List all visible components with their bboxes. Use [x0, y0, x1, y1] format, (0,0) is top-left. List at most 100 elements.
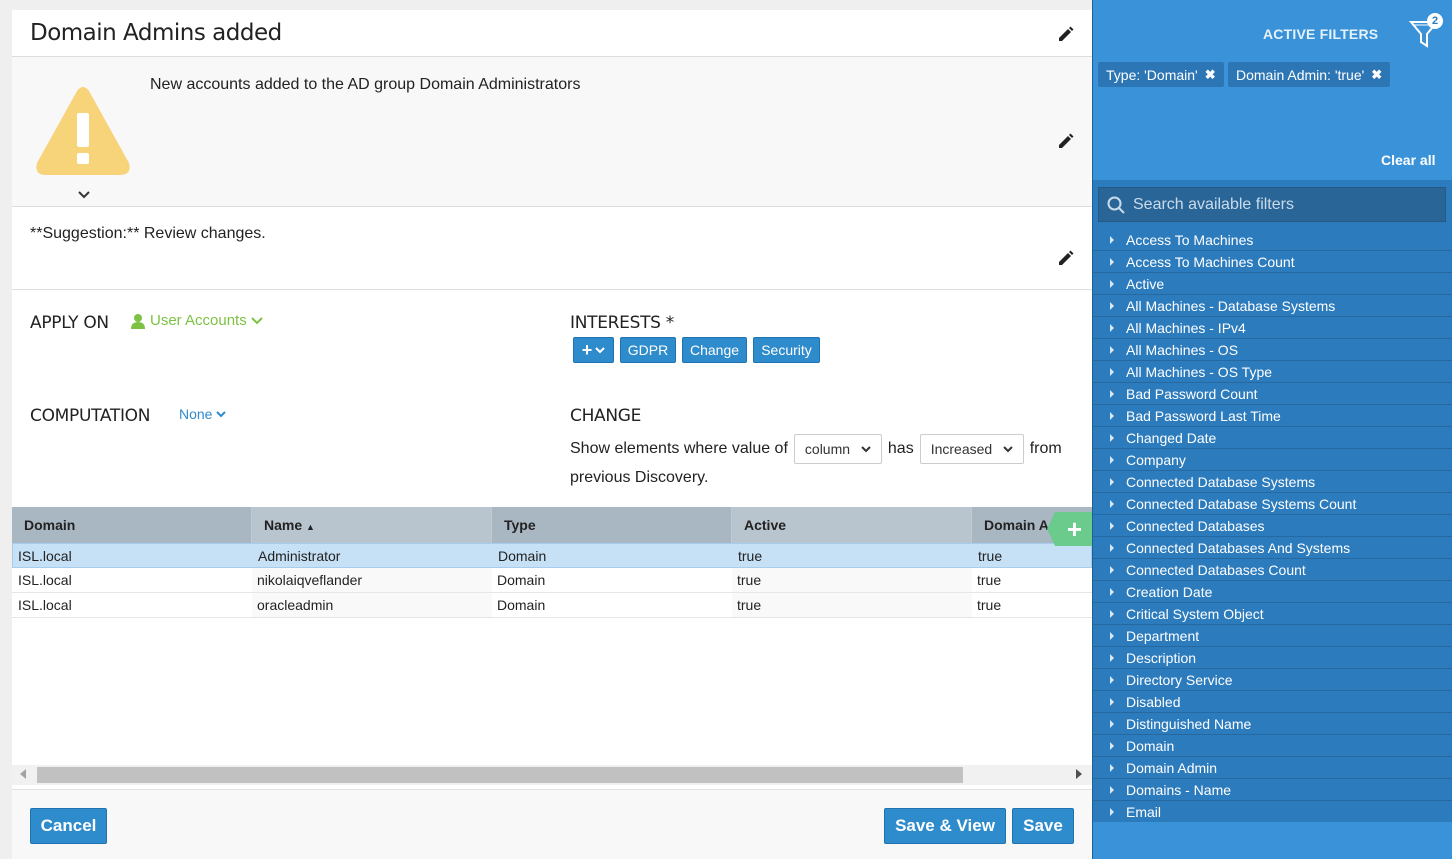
filter-item-label: Description	[1126, 649, 1197, 666]
scrollbar-thumb[interactable]	[37, 767, 963, 783]
filter-item[interactable]: Description	[1093, 647, 1452, 669]
edit-suggestion-pencil-icon[interactable]	[1057, 249, 1075, 267]
active-filter-chip[interactable]: Type: 'Domain' ✖	[1098, 62, 1224, 87]
description-text: New accounts added to the AD group Domai…	[150, 76, 581, 93]
filter-item[interactable]: Connected Database Systems Count	[1093, 493, 1452, 515]
caret-right-icon	[1110, 367, 1114, 376]
horizontal-scrollbar[interactable]	[12, 765, 1092, 785]
filter-item[interactable]: Critical System Object	[1093, 603, 1452, 625]
filter-item-label: Domains - Name	[1126, 781, 1232, 798]
filter-item[interactable]: Domains - Name	[1093, 779, 1452, 801]
remove-filter-icon[interactable]: ✖	[1205, 67, 1216, 83]
chevron-down-icon	[216, 410, 227, 417]
change-line2: previous Discovery.	[570, 469, 709, 486]
caret-right-icon	[1110, 411, 1114, 420]
filter-item-label: Bad Password Last Time	[1126, 407, 1281, 424]
apply-on-dropdown[interactable]: User Accounts	[130, 312, 263, 329]
chevron-down-icon[interactable]	[78, 191, 90, 199]
caret-right-icon	[1110, 257, 1114, 266]
interest-tag-change[interactable]: Change	[682, 337, 747, 363]
filter-item[interactable]: Company	[1093, 449, 1452, 471]
caret-right-icon	[1110, 521, 1114, 530]
search-icon	[1107, 196, 1125, 214]
direction-select[interactable]: Increased	[919, 434, 1024, 464]
caret-right-icon	[1110, 807, 1114, 816]
clear-all-link[interactable]: Clear all	[1381, 152, 1435, 168]
filter-item[interactable]: Bad Password Last Time	[1093, 405, 1452, 427]
cell-domain-admin: true	[977, 597, 1002, 613]
column-header-type[interactable]: Type	[492, 507, 732, 543]
filter-item-label: Connected Database Systems	[1126, 473, 1316, 490]
filter-item[interactable]: Bad Password Count	[1093, 383, 1452, 405]
filter-item[interactable]: Email	[1093, 801, 1452, 823]
active-filter-chip-label: Domain Admin: 'true'	[1236, 66, 1365, 83]
edit-title-pencil-icon[interactable]	[1057, 25, 1075, 43]
caret-right-icon	[1110, 433, 1114, 442]
filter-item[interactable]: Changed Date	[1093, 427, 1452, 449]
remove-filter-icon[interactable]: ✖	[1371, 67, 1382, 83]
edit-description-pencil-icon[interactable]	[1057, 132, 1075, 150]
filter-item[interactable]: Department	[1093, 625, 1452, 647]
filter-item[interactable]: All Machines - OS Type	[1093, 361, 1452, 383]
direction-select-value: Increased	[930, 441, 993, 457]
filter-item[interactable]: Access To Machines	[1093, 229, 1452, 251]
filter-item[interactable]: Active	[1093, 273, 1452, 295]
filter-item[interactable]: Domain	[1093, 735, 1452, 757]
cell-name: Administrator	[258, 548, 341, 564]
column-select[interactable]: column	[793, 434, 882, 464]
sort-asc-icon: ▲	[306, 522, 315, 532]
filter-item[interactable]: Connected Database Systems	[1093, 471, 1452, 493]
filter-item[interactable]: All Machines - OS	[1093, 339, 1452, 361]
caret-right-icon	[1110, 763, 1114, 772]
header: Domain Admins added	[12, 10, 1092, 57]
add-column-button[interactable]: +	[1047, 512, 1092, 546]
table-row[interactable]: ISL.local nikolaiqveflander Domain true …	[12, 568, 1092, 593]
column-header-name[interactable]: Name ▲	[252, 507, 492, 543]
change-label: CHANGE	[570, 406, 642, 426]
scroll-left-icon[interactable]	[20, 769, 26, 779]
filter-item-label: Directory Service	[1126, 671, 1233, 688]
filter-item[interactable]: Disabled	[1093, 691, 1452, 713]
cell-active: true	[732, 568, 972, 592]
filter-item-label: All Machines - IPv4	[1126, 319, 1246, 336]
filter-item[interactable]: Directory Service	[1093, 669, 1452, 691]
column-header-active[interactable]: Active	[732, 507, 972, 543]
filter-search[interactable]	[1098, 187, 1446, 222]
filter-item[interactable]: Access To Machines Count	[1093, 251, 1452, 273]
filter-item[interactable]: All Machines - Database Systems	[1093, 295, 1452, 317]
filter-item[interactable]: Connected Databases	[1093, 515, 1452, 537]
filter-item[interactable]: Connected Databases Count	[1093, 559, 1452, 581]
active-filters-title: ACTIVE FILTERS	[1263, 26, 1379, 42]
save-button[interactable]: Save	[1012, 808, 1074, 844]
save-and-view-button[interactable]: Save & View	[884, 808, 1006, 844]
interests-label: INTERESTS *	[570, 313, 674, 333]
scroll-right-icon[interactable]	[1076, 769, 1082, 779]
filter-item[interactable]: Connected Databases And Systems	[1093, 537, 1452, 559]
table-row[interactable]: ISL.local oracleadmin Domain true true	[12, 593, 1092, 618]
filter-item[interactable]: Domain Admin	[1093, 757, 1452, 779]
change-sentence: Show elements where value of column has …	[570, 434, 1062, 464]
warning-icon[interactable]	[34, 85, 132, 177]
cell-name: nikolaiqveflander	[252, 568, 492, 592]
filter-item[interactable]: Creation Date	[1093, 581, 1452, 603]
caret-right-icon	[1110, 565, 1114, 574]
table-row[interactable]: ISL.local Administrator Domain true true	[12, 543, 1092, 568]
filters-panel-footer	[1093, 822, 1452, 859]
caret-right-icon	[1110, 279, 1114, 288]
filter-item-label: Access To Machines	[1126, 231, 1254, 248]
add-interest-button[interactable]: +	[573, 337, 614, 363]
column-header-domain[interactable]: Domain	[12, 507, 252, 543]
rule-editor: Domain Admins added New accounts added t…	[12, 10, 1092, 859]
cell-domain-admin: true	[977, 572, 1002, 588]
interest-tag-security[interactable]: Security	[753, 337, 820, 363]
filter-item-label: Department	[1126, 627, 1200, 644]
filter-search-input[interactable]	[1133, 195, 1433, 214]
caret-right-icon	[1110, 741, 1114, 750]
active-filters-section: ACTIVE FILTERS 2 Type: 'Domain' ✖ Domain …	[1093, 0, 1452, 180]
filter-item[interactable]: Distinguished Name	[1093, 713, 1452, 735]
cancel-button[interactable]: Cancel	[30, 808, 107, 844]
computation-dropdown[interactable]: None	[179, 406, 227, 422]
filter-item[interactable]: All Machines - IPv4	[1093, 317, 1452, 339]
interest-tag-gdpr[interactable]: GDPR	[620, 337, 676, 363]
active-filter-chip[interactable]: Domain Admin: 'true' ✖	[1228, 62, 1391, 87]
